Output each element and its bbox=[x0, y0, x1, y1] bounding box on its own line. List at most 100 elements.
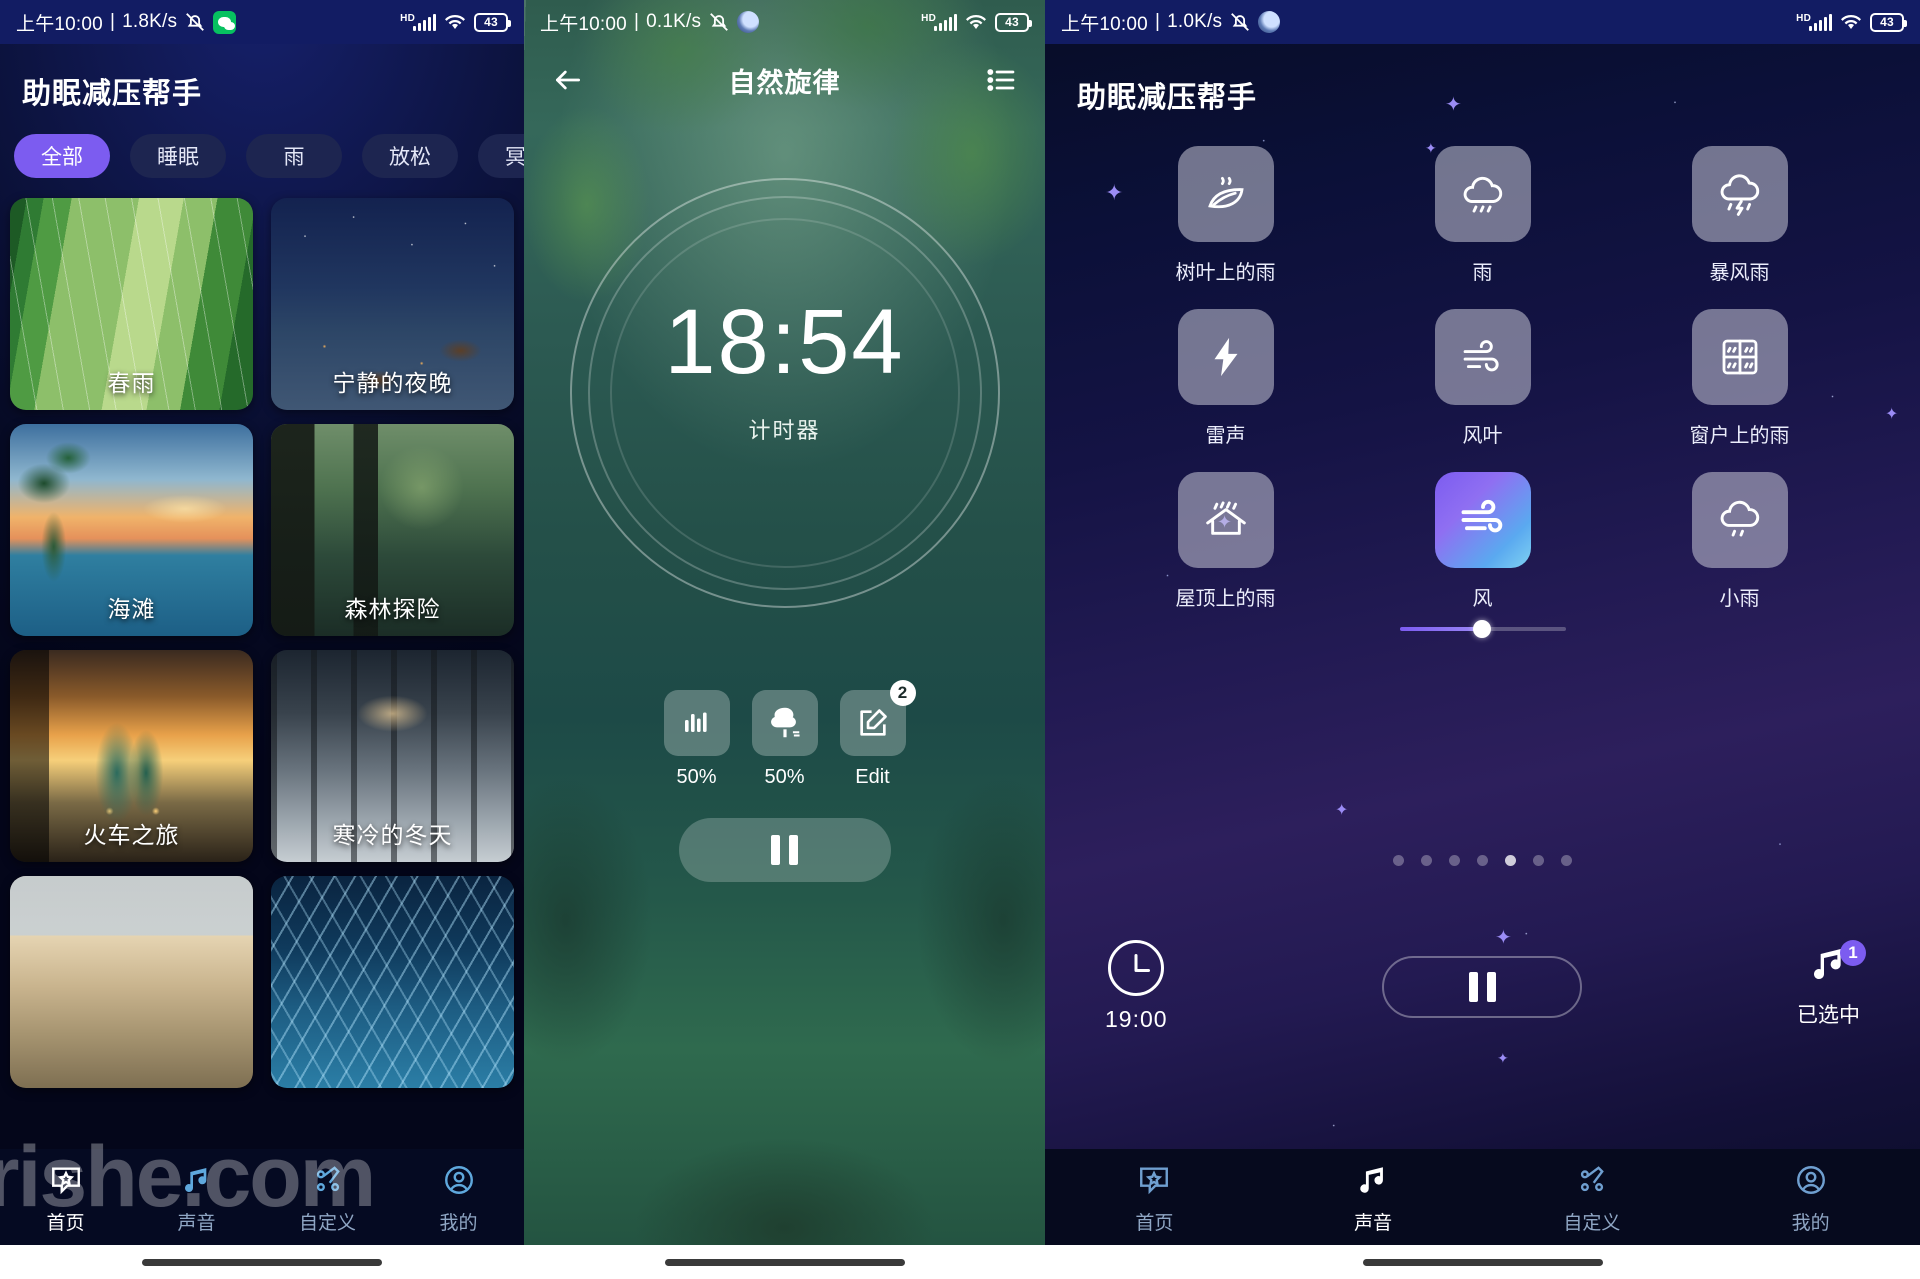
card-title: 宁静的夜晚 bbox=[332, 370, 453, 396]
card-title: 春雨 bbox=[107, 370, 156, 396]
sound-label: 雷声 bbox=[1205, 425, 1246, 447]
sound-tile-item[interactable]: 暴风雨 bbox=[1660, 146, 1820, 285]
category-chip-row: 全部 睡眠 雨 放松 冥想 bbox=[0, 112, 524, 178]
card-artwork bbox=[10, 876, 253, 1088]
status-time: 上午10:00 bbox=[16, 13, 103, 35]
scene-card[interactable]: 海滩 bbox=[10, 424, 253, 636]
mute-bell-icon bbox=[1229, 11, 1251, 33]
thunder-bolt-icon bbox=[1177, 309, 1274, 405]
equalizer-icon bbox=[663, 690, 730, 756]
sound-tile-grid: 树叶上的雨 雨 暴风雨 雷声 风叶 窗户上的雨 屋顶上的雨 风 小雨 bbox=[1045, 116, 1920, 639]
wifi-icon bbox=[1839, 12, 1863, 32]
sound-tile-item[interactable]: 小雨 bbox=[1660, 472, 1820, 639]
nav-item-customize[interactable]: 自定义 bbox=[1483, 1160, 1702, 1235]
scene-card[interactable] bbox=[271, 876, 514, 1088]
volume-equalizer-button[interactable]: 50% bbox=[663, 690, 730, 789]
signal-icon: HD bbox=[400, 13, 436, 31]
scene-card[interactable]: 寒冷的冬天 bbox=[271, 650, 514, 862]
page-dot[interactable] bbox=[1449, 855, 1460, 866]
nav-item-sound[interactable]: 声音 bbox=[1264, 1160, 1483, 1235]
status-bar-1: 上午10:00 | 1.8K/s HD 43 bbox=[0, 0, 524, 44]
playlist-icon[interactable] bbox=[979, 58, 1023, 102]
mute-bell-icon bbox=[708, 11, 730, 33]
card-title: 寒冷的冬天 bbox=[332, 822, 453, 848]
play-pause-button-2[interactable] bbox=[678, 818, 891, 882]
player-header: 自然旋律 bbox=[524, 44, 1045, 102]
home-star-icon bbox=[46, 1160, 86, 1200]
chip-all[interactable]: 全部 bbox=[14, 134, 110, 178]
customize-pencil-icon bbox=[308, 1160, 348, 1200]
slider-knob[interactable] bbox=[1472, 620, 1491, 638]
home-indicator-2[interactable] bbox=[524, 1245, 1045, 1279]
nav-label: 自定义 bbox=[1563, 1212, 1621, 1234]
signal-icon: HD bbox=[921, 13, 957, 31]
sound-tile-item[interactable]: 树叶上的雨 bbox=[1146, 146, 1306, 285]
sound-tile-item[interactable]: 雷声 bbox=[1146, 309, 1306, 448]
page-dot-active[interactable] bbox=[1505, 855, 1516, 866]
edit-button[interactable]: 2 Edit bbox=[839, 680, 916, 789]
nav-item-home[interactable]: 首页 bbox=[1045, 1160, 1264, 1235]
moon-icon bbox=[737, 11, 760, 33]
nav-item-customize[interactable]: 自定义 bbox=[262, 1160, 393, 1235]
wind-volume-slider[interactable] bbox=[1399, 619, 1566, 639]
storm-icon bbox=[1691, 146, 1788, 242]
page-dot[interactable] bbox=[1421, 855, 1432, 866]
timer-label: 19:00 bbox=[1105, 1006, 1168, 1032]
back-arrow-icon[interactable] bbox=[546, 58, 590, 102]
page-dot[interactable] bbox=[1477, 855, 1488, 866]
page-dot[interactable] bbox=[1533, 855, 1544, 866]
status-separator: | bbox=[1154, 11, 1161, 32]
page-indicator-dots[interactable] bbox=[1045, 855, 1920, 866]
home-indicator-1[interactable] bbox=[0, 1245, 524, 1279]
player-control-row: 50% 50% 2 Edit bbox=[524, 680, 1045, 789]
sound-tile-item[interactable]: 窗户上的雨 bbox=[1660, 309, 1820, 448]
wind-leaf-icon bbox=[1434, 309, 1531, 405]
customize-pencil-icon bbox=[1572, 1160, 1612, 1200]
chip-rain[interactable]: 雨 bbox=[246, 134, 342, 178]
nav-item-profile[interactable]: 我的 bbox=[1701, 1160, 1920, 1235]
nav-label: 自定义 bbox=[298, 1212, 356, 1234]
home-indicator-3[interactable] bbox=[1045, 1245, 1920, 1279]
nav-item-home[interactable]: 首页 bbox=[0, 1160, 131, 1235]
chip-meditation[interactable]: 冥想 bbox=[478, 134, 524, 178]
signal-icon: HD bbox=[1796, 13, 1832, 31]
scene-card[interactable]: 火车之旅 bbox=[10, 650, 253, 862]
timer-value: 18:54 bbox=[664, 291, 905, 393]
nav-item-sound[interactable]: 声音 bbox=[131, 1160, 262, 1235]
status-bar-3: 上午10:00 | 1.0K/s HD 43 bbox=[1045, 0, 1920, 44]
nature-sound-button[interactable]: 50% bbox=[751, 690, 818, 789]
status-netspeed: 1.0K/s bbox=[1167, 11, 1223, 32]
wifi-icon bbox=[964, 12, 988, 32]
card-title: 森林探险 bbox=[344, 596, 441, 622]
scene-card[interactable]: 宁静的夜晚 bbox=[271, 198, 514, 410]
scene-card[interactable]: 春雨 bbox=[10, 198, 253, 410]
page-dot[interactable] bbox=[1561, 855, 1572, 866]
wechat-icon bbox=[213, 10, 237, 34]
nav-label: 首页 bbox=[1135, 1212, 1174, 1234]
page-title-3: 助眠减压帮手 bbox=[1077, 82, 1258, 114]
page-dot[interactable] bbox=[1393, 855, 1404, 866]
window-rain-icon bbox=[1691, 309, 1788, 405]
card-title: 海滩 bbox=[107, 596, 156, 622]
control-label: 50% bbox=[676, 766, 717, 788]
chip-relax[interactable]: 放松 bbox=[362, 134, 458, 178]
status-bar-2: 上午10:00 | 0.1K/s HD 43 bbox=[524, 0, 1045, 44]
sound-tile-item-selected[interactable]: 风 bbox=[1399, 472, 1566, 639]
home-star-icon bbox=[1134, 1160, 1174, 1200]
sleep-timer-button[interactable]: 19:00 bbox=[1105, 940, 1168, 1033]
leaf-rain-icon bbox=[1177, 146, 1274, 242]
selected-sounds-button[interactable]: 1 已选中 bbox=[1797, 940, 1866, 1029]
scene-card[interactable] bbox=[10, 876, 253, 1088]
edit-badge: 2 bbox=[889, 680, 916, 706]
timer-caption: 计时器 bbox=[748, 418, 821, 443]
play-pause-button-3[interactable] bbox=[1382, 955, 1583, 1018]
chip-sleep[interactable]: 睡眠 bbox=[130, 134, 226, 178]
sound-tile-item[interactable]: 雨 bbox=[1403, 146, 1563, 285]
nav-item-profile[interactable]: 我的 bbox=[393, 1160, 524, 1235]
sound-label: 树叶上的雨 bbox=[1175, 262, 1276, 284]
control-label: Edit bbox=[855, 766, 890, 788]
sound-tile-item[interactable]: 屋顶上的雨 bbox=[1146, 472, 1306, 639]
sound-tile-item[interactable]: 风叶 bbox=[1403, 309, 1563, 448]
scene-card[interactable]: 森林探险 bbox=[271, 424, 514, 636]
page-title: 助眠减压帮手 bbox=[22, 78, 203, 110]
